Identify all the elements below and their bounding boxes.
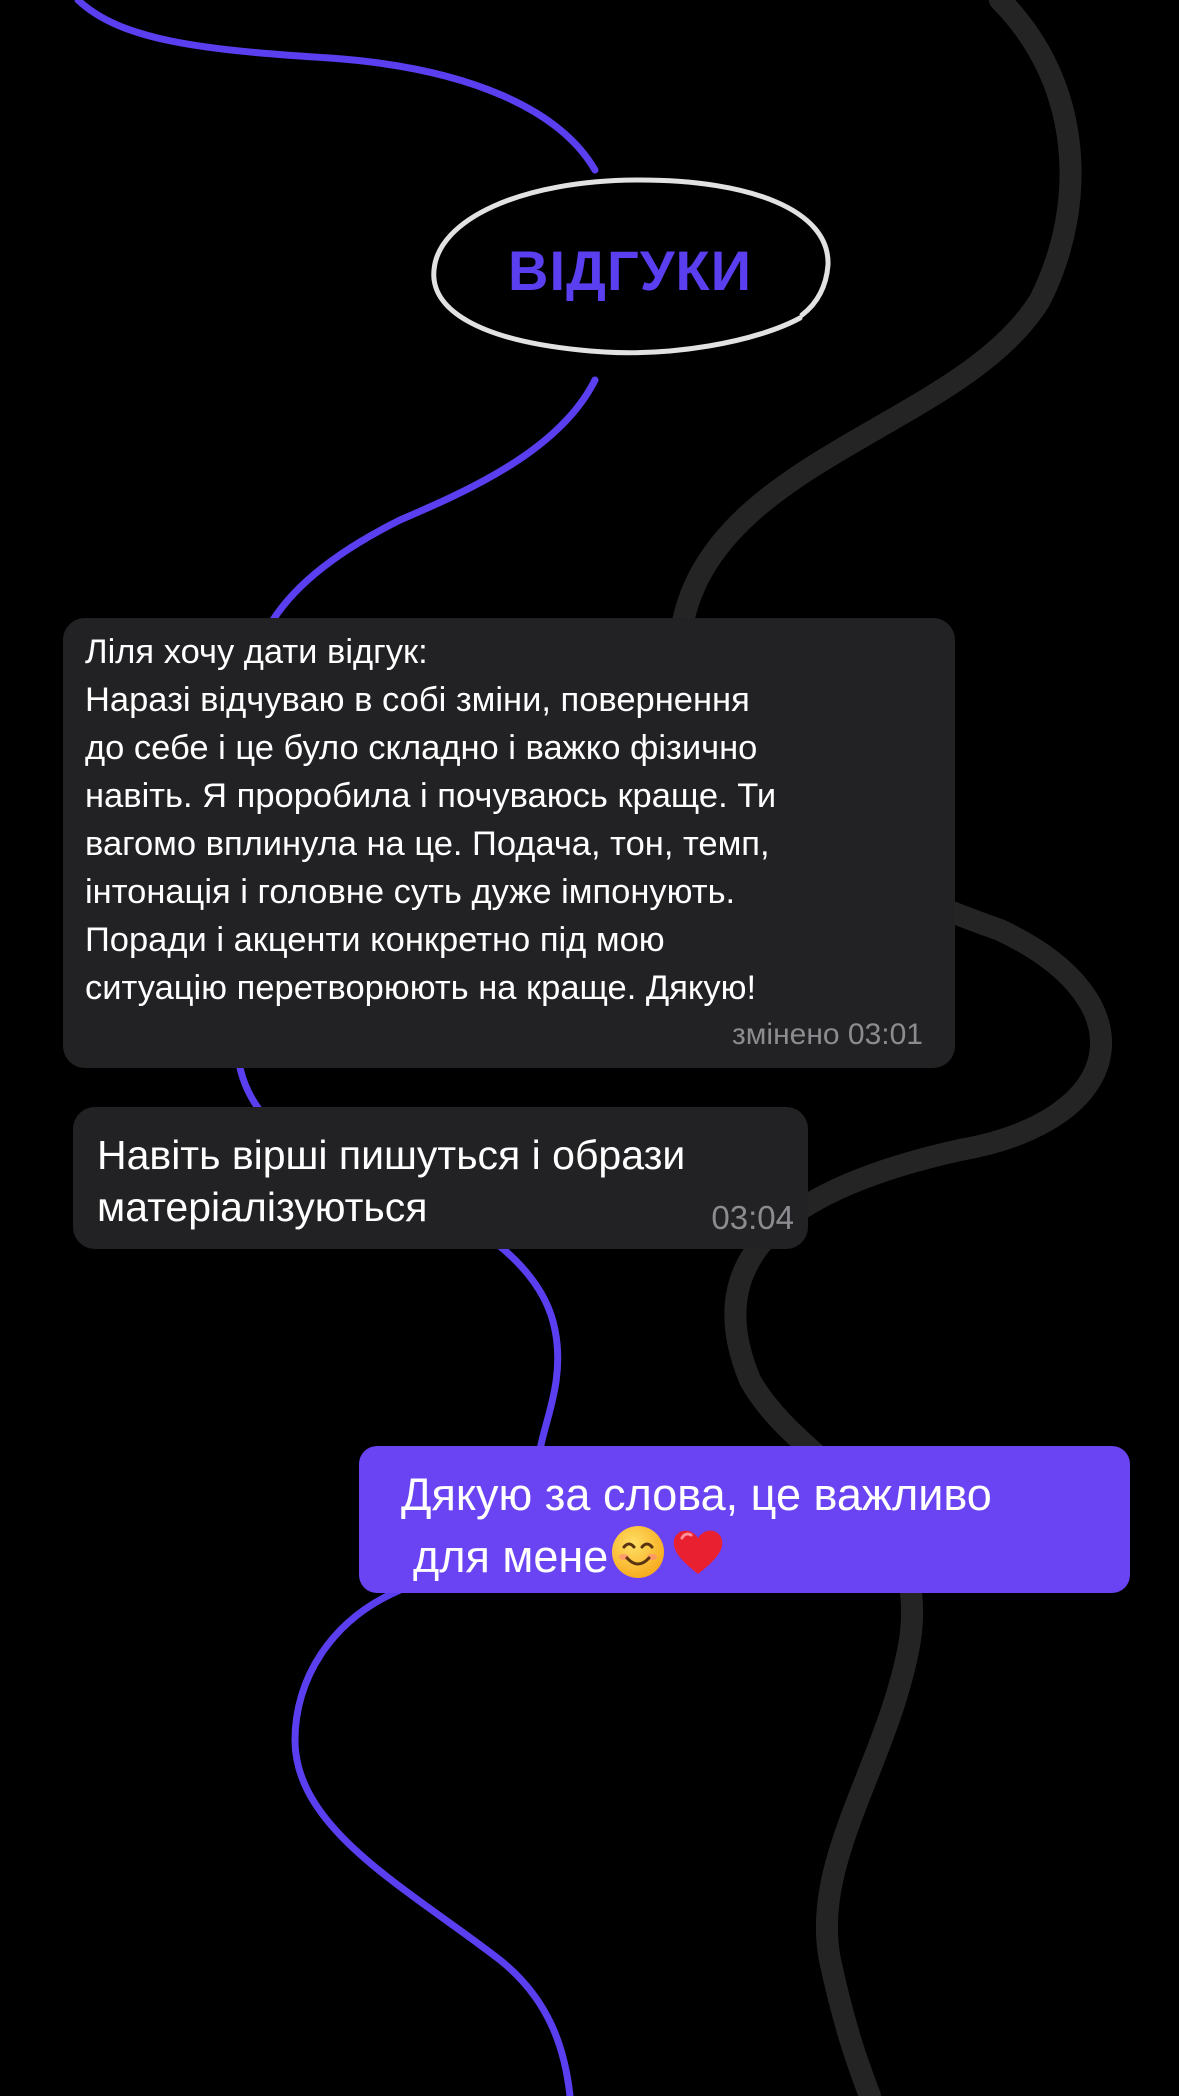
page-title: ВІДГУКИ (508, 238, 752, 302)
message-text: Навіть вірші пишуться і образи матеріалі… (97, 1132, 686, 1230)
message-edited-timestamp: змінено 03:01 (732, 1018, 923, 1051)
message-line-1: Дякую за слова, це важливо (401, 1469, 992, 1520)
title-badge: ВІДГУКИ (420, 170, 840, 370)
incoming-message-bubble[interactable]: Ліля хочу дати відгук: Наразі відчуваю в… (63, 618, 955, 1068)
red-heart-icon (670, 1524, 726, 1594)
outgoing-message-bubble[interactable]: Дякую за слова, це важливо для мене (359, 1446, 1130, 1593)
incoming-message-bubble[interactable]: Навіть вірші пишуться і образи матеріалі… (73, 1107, 808, 1249)
message-timestamp: 03:04 (711, 1199, 794, 1236)
smiling-face-icon (610, 1524, 666, 1594)
message-text: Дякую за слова, це важливо для мене (401, 1466, 1100, 1594)
message-text: Ліля хочу дати відгук: Наразі відчуваю в… (85, 633, 777, 1007)
message-line-2-wrap: для мене (401, 1524, 1100, 1594)
message-line-2: для мене (413, 1531, 609, 1582)
